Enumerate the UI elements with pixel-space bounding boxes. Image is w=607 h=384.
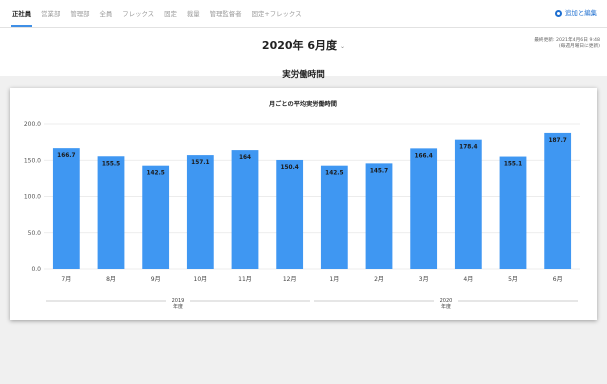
x-tick-label: 5月 [508, 276, 518, 283]
tab-2[interactable]: 管理部 [66, 0, 93, 27]
bar [186, 155, 214, 269]
chart-title: 月ごとの平均実労働時間 [268, 100, 337, 108]
tab-4[interactable]: フレックス [118, 0, 158, 27]
x-tick-label: 3月 [419, 276, 429, 283]
bar-value-label: 166.7 [57, 153, 75, 159]
bar-value-label: 155.1 [504, 162, 522, 168]
bar [142, 165, 170, 269]
top-navigation: 正社員 営業部 管理部 全員 フレックス 固定 裁量 管理監督者 固定+フレックス 追加と編集 [0, 0, 607, 28]
bar-value-label: 166.4 [414, 153, 432, 159]
x-tick-label: 11月 [238, 276, 252, 283]
update-note-text: (毎週月曜日に更新) [558, 44, 600, 49]
last-update-info: 最終更新: 2021年4月6日 9:48 (毎週月曜日に更新) [510, 38, 600, 50]
chevron-down-icon: ⌄ [340, 42, 346, 50]
y-tick-label: 50.0 [28, 230, 42, 237]
x-tick-label: 6月 [553, 276, 563, 283]
employee-type-tabs: 正社員 営業部 管理部 全員 フレックス 固定 裁量 管理監督者 固定+フレックス [8, 0, 307, 27]
bar-value-label: 164 [239, 155, 251, 161]
x-tick-label: 7月 [61, 276, 71, 283]
period-label: 2020年 6月度 [261, 39, 338, 52]
bar-value-label: 142.5 [325, 171, 343, 177]
bar-value-label: 178.4 [459, 145, 477, 151]
bar [52, 148, 80, 269]
tab-3[interactable]: 全員 [96, 0, 117, 27]
bar-value-label: 157.1 [191, 160, 209, 166]
bar [320, 165, 348, 269]
section-title: 実労働時間 [282, 70, 325, 80]
bar [499, 156, 527, 269]
bar [276, 159, 304, 269]
tab-5[interactable]: 固定 [160, 0, 181, 27]
x-tick-label: 10月 [194, 276, 208, 283]
tab-8[interactable]: 固定+フレックス [248, 0, 306, 27]
bar-value-label: 187.7 [548, 138, 566, 144]
add-edit-label: 追加と編集 [565, 9, 597, 17]
x-tick-label: 12月 [283, 276, 297, 283]
group-unit-label: 年度 [173, 303, 183, 310]
bar-value-label: 142.5 [146, 171, 164, 177]
x-tick-label: 2月 [374, 276, 384, 283]
bar [365, 163, 393, 269]
bar-value-label: 155.5 [102, 161, 120, 167]
x-tick-label: 1月 [329, 276, 339, 283]
x-tick-label: 4月 [463, 276, 473, 283]
bar-value-label: 145.7 [370, 168, 388, 174]
tab-7[interactable]: 管理監督者 [206, 0, 246, 27]
tab-0[interactable]: 正社員 [8, 0, 35, 27]
add-edit-button[interactable]: 追加と編集 [555, 0, 597, 27]
tab-6[interactable]: 裁量 [183, 0, 204, 27]
bar [410, 148, 438, 269]
bar-chart: 月ごとの平均実労働時間 0.0 50.0 100.0 150.0 200.0 166.7 7月… [24, 100, 580, 310]
chart-card: 月ごとの平均実労働時間 0.0 50.0 100.0 150.0 200.0 166.7 7月… [10, 88, 597, 320]
bar [97, 156, 125, 269]
x-tick-label: 8月 [106, 276, 116, 283]
group-unit-label: 年度 [441, 303, 451, 310]
y-tick-label: 200.0 [24, 121, 41, 128]
x-tick-label: 9月 [151, 276, 161, 283]
bar-value-label: 150.4 [280, 165, 298, 171]
y-tick-label: 100.0 [24, 194, 41, 201]
bar [544, 132, 572, 269]
y-tick-label: 150.0 [24, 157, 41, 164]
tab-1[interactable]: 営業部 [37, 0, 64, 27]
y-tick-label: 0.0 [31, 266, 41, 273]
bar [231, 150, 259, 269]
bar [454, 139, 482, 269]
gear-icon [555, 10, 563, 17]
